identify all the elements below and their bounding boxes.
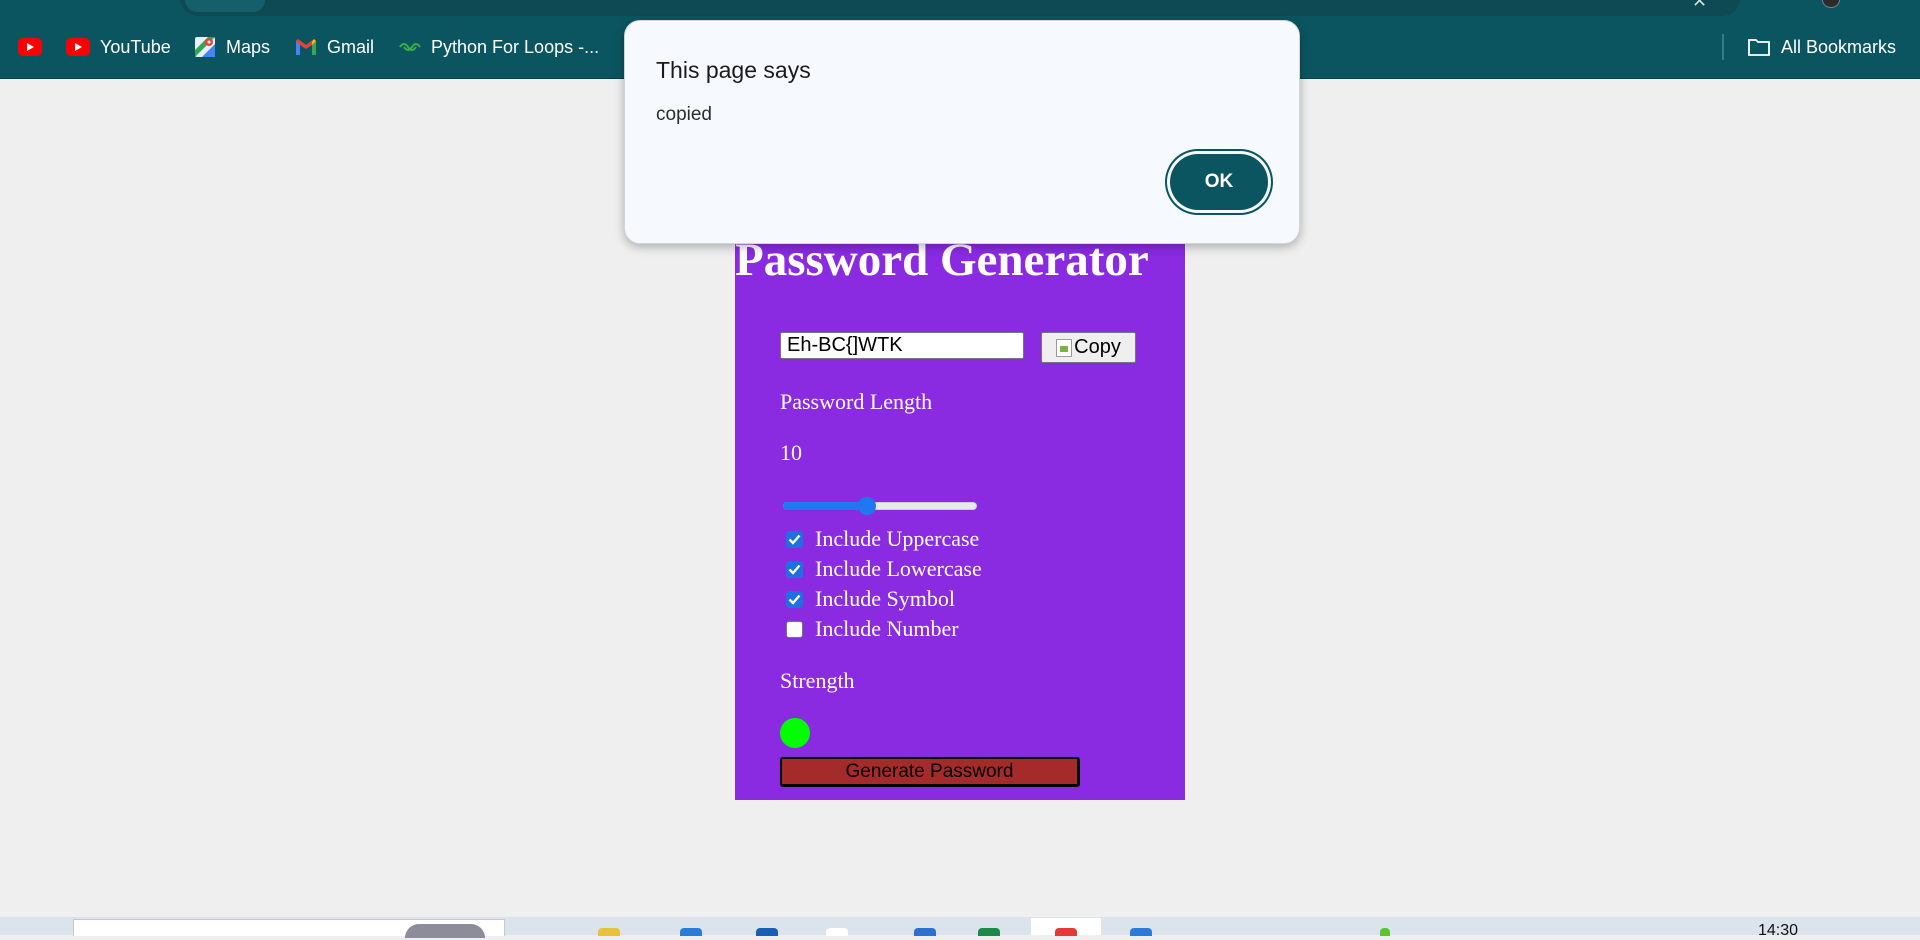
bookmark-youtube-shortcut[interactable] (18, 16, 52, 78)
dialog-title: This page says (656, 57, 811, 83)
folder-icon (1748, 39, 1770, 56)
bookmarks-separator (1722, 34, 1724, 60)
bookmark-maps[interactable]: Maps (194, 16, 270, 78)
ok-button[interactable]: OK (1170, 154, 1268, 210)
gmail-icon (296, 39, 316, 55)
copy-button[interactable]: Copy (1041, 332, 1136, 363)
maps-icon (195, 37, 215, 57)
slider-thumb[interactable] (858, 497, 876, 515)
number-label: Include Number (815, 616, 959, 641)
all-bookmarks-label: All Bookmarks (1781, 36, 1897, 57)
search-highlight-image (405, 924, 485, 938)
password-generator-card (735, 240, 1185, 800)
w3schools-icon (399, 43, 421, 51)
broken-image-icon (1056, 338, 1073, 357)
bookmark-youtube[interactable]: YouTube (66, 16, 171, 78)
strength-indicator (780, 718, 810, 748)
symbol-checkbox[interactable] (786, 590, 803, 608)
password-length-slider[interactable] (783, 497, 977, 515)
clear-address-icon[interactable]: ✕ (1692, 0, 1707, 10)
option-uppercase[interactable]: Include Uppercase (786, 524, 979, 554)
all-bookmarks-button[interactable]: All Bookmarks (1747, 16, 1896, 78)
bookmark-label: Gmail (327, 36, 375, 57)
youtube-icon (66, 38, 90, 56)
lowercase-label: Include Lowercase (815, 556, 982, 581)
taskbar-clock: 14:30 (1758, 922, 1799, 939)
generate-password-button[interactable]: Generate Password (780, 757, 1080, 787)
slider-fill (783, 502, 867, 510)
alert-dialog: This page says copied OK (624, 20, 1300, 244)
bookmark-label: YouTube (100, 36, 171, 57)
bookmark-gmail[interactable]: Gmail (295, 16, 374, 78)
copy-button-label: Copy (1074, 336, 1121, 358)
number-checkbox[interactable] (786, 620, 803, 638)
option-symbol[interactable]: Include Symbol (786, 584, 955, 614)
site-info-button[interactable] (185, 0, 265, 12)
strength-label: Strength (780, 668, 855, 693)
dialog-message: copied (656, 104, 712, 125)
youtube-icon (18, 38, 42, 56)
bookmark-label: Python For Loops -... (431, 36, 600, 57)
option-lowercase[interactable]: Include Lowercase (786, 554, 982, 584)
uppercase-label: Include Uppercase (815, 526, 980, 551)
symbol-label: Include Symbol (815, 586, 955, 611)
uppercase-checkbox[interactable] (786, 530, 803, 548)
bookmark-label: Maps (226, 36, 271, 57)
password-length-value: 10 (780, 440, 802, 465)
option-number[interactable]: Include Number (786, 614, 959, 644)
address-bar[interactable] (180, 0, 1740, 16)
password-length-label: Password Length (780, 389, 933, 414)
bookmark-python-for-loops[interactable]: Python For Loops -... (399, 16, 599, 78)
lowercase-checkbox[interactable] (786, 560, 803, 578)
password-output-field[interactable] (780, 332, 1024, 359)
